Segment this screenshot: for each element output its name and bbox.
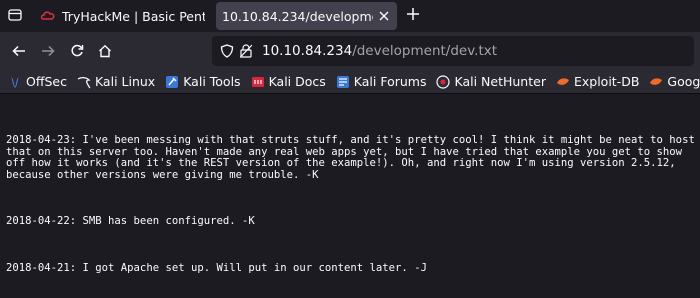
close-tab-icon[interactable]: [377, 9, 391, 23]
tab-title: 10.10.84.234/development/d: [222, 8, 373, 24]
document-body: 2018-04-23: I've been messing with that …: [0, 94, 700, 298]
bookmark-google-hacking-db[interactable]: Google Hacking DB: [649, 74, 700, 89]
bookmark-exploit-db[interactable]: Exploit-DB: [556, 74, 639, 89]
shield-icon[interactable]: [220, 44, 234, 58]
bookmark-label: Kali Forums: [353, 74, 427, 89]
ghdb-icon: [650, 77, 663, 85]
kali-forums-icon: [336, 75, 349, 88]
new-tab-icon[interactable]: [406, 7, 420, 21]
bookmark-label: OffSec: [26, 74, 67, 89]
bookmark-kali-docs[interactable]: Kali Docs: [251, 74, 326, 89]
bookmark-kali-linux[interactable]: Kali Linux: [77, 74, 155, 89]
url-host: 10.10.84.234: [262, 43, 353, 59]
bookmarks-bar: OffSec Kali Linux Kali Tools Kali Docs K…: [0, 70, 700, 94]
forward-arrow-icon[interactable]: [41, 44, 55, 58]
bookmark-label: Kali Docs: [268, 74, 326, 89]
bookmark-kali-nethunter[interactable]: Kali NetHunter: [436, 74, 546, 89]
url-bar[interactable]: 10.10.84.234/development/dev.txt: [212, 36, 694, 66]
tab-tryhackme[interactable]: TryHackMe | Basic Pentes: [34, 2, 211, 30]
bookmark-offsec[interactable]: OffSec: [8, 74, 67, 89]
bookmark-label: Kali Linux: [94, 74, 156, 89]
url-text[interactable]: 10.10.84.234/development/dev.txt: [262, 43, 497, 59]
url-path: /development/dev.txt: [352, 43, 498, 59]
nethunter-icon: [436, 74, 451, 89]
bookmark-kali-forums[interactable]: Kali Forums: [336, 74, 427, 89]
tab-list-icon[interactable]: [8, 8, 22, 22]
tab-title: TryHackMe | Basic Pentes: [62, 8, 205, 24]
bookmark-label: Exploit-DB: [573, 74, 640, 89]
bookmark-label: Kali Tools: [183, 74, 241, 89]
exploitdb-icon: [556, 77, 569, 85]
tryhackme-favicon-icon: [40, 11, 55, 20]
bookmark-label: Kali NetHunter: [454, 74, 546, 89]
log-entry: 2018-04-22: SMB has been configured. -K: [6, 215, 255, 228]
tab-dev-txt[interactable]: 10.10.84.234/development/d: [216, 2, 397, 30]
kali-dragon-icon: [77, 76, 91, 88]
offsec-icon: [11, 76, 19, 88]
insecure-lock-icon[interactable]: [240, 44, 252, 58]
nav-bar: 10.10.84.234/development/dev.txt: [0, 32, 700, 70]
home-icon[interactable]: [98, 44, 112, 58]
log-entry: 2018-04-23: I've been messing with that …: [6, 134, 695, 181]
bookmark-kali-tools[interactable]: Kali Tools: [165, 74, 241, 89]
bookmark-label: Google Hacking DB: [667, 74, 700, 89]
tab-bar: TryHackMe | Basic Pentes 10.10.84.234/de…: [0, 0, 700, 32]
back-arrow-icon[interactable]: [12, 44, 26, 58]
reload-icon[interactable]: [70, 44, 84, 58]
kali-docs-icon: [251, 76, 264, 87]
kali-tools-icon: [166, 75, 179, 88]
